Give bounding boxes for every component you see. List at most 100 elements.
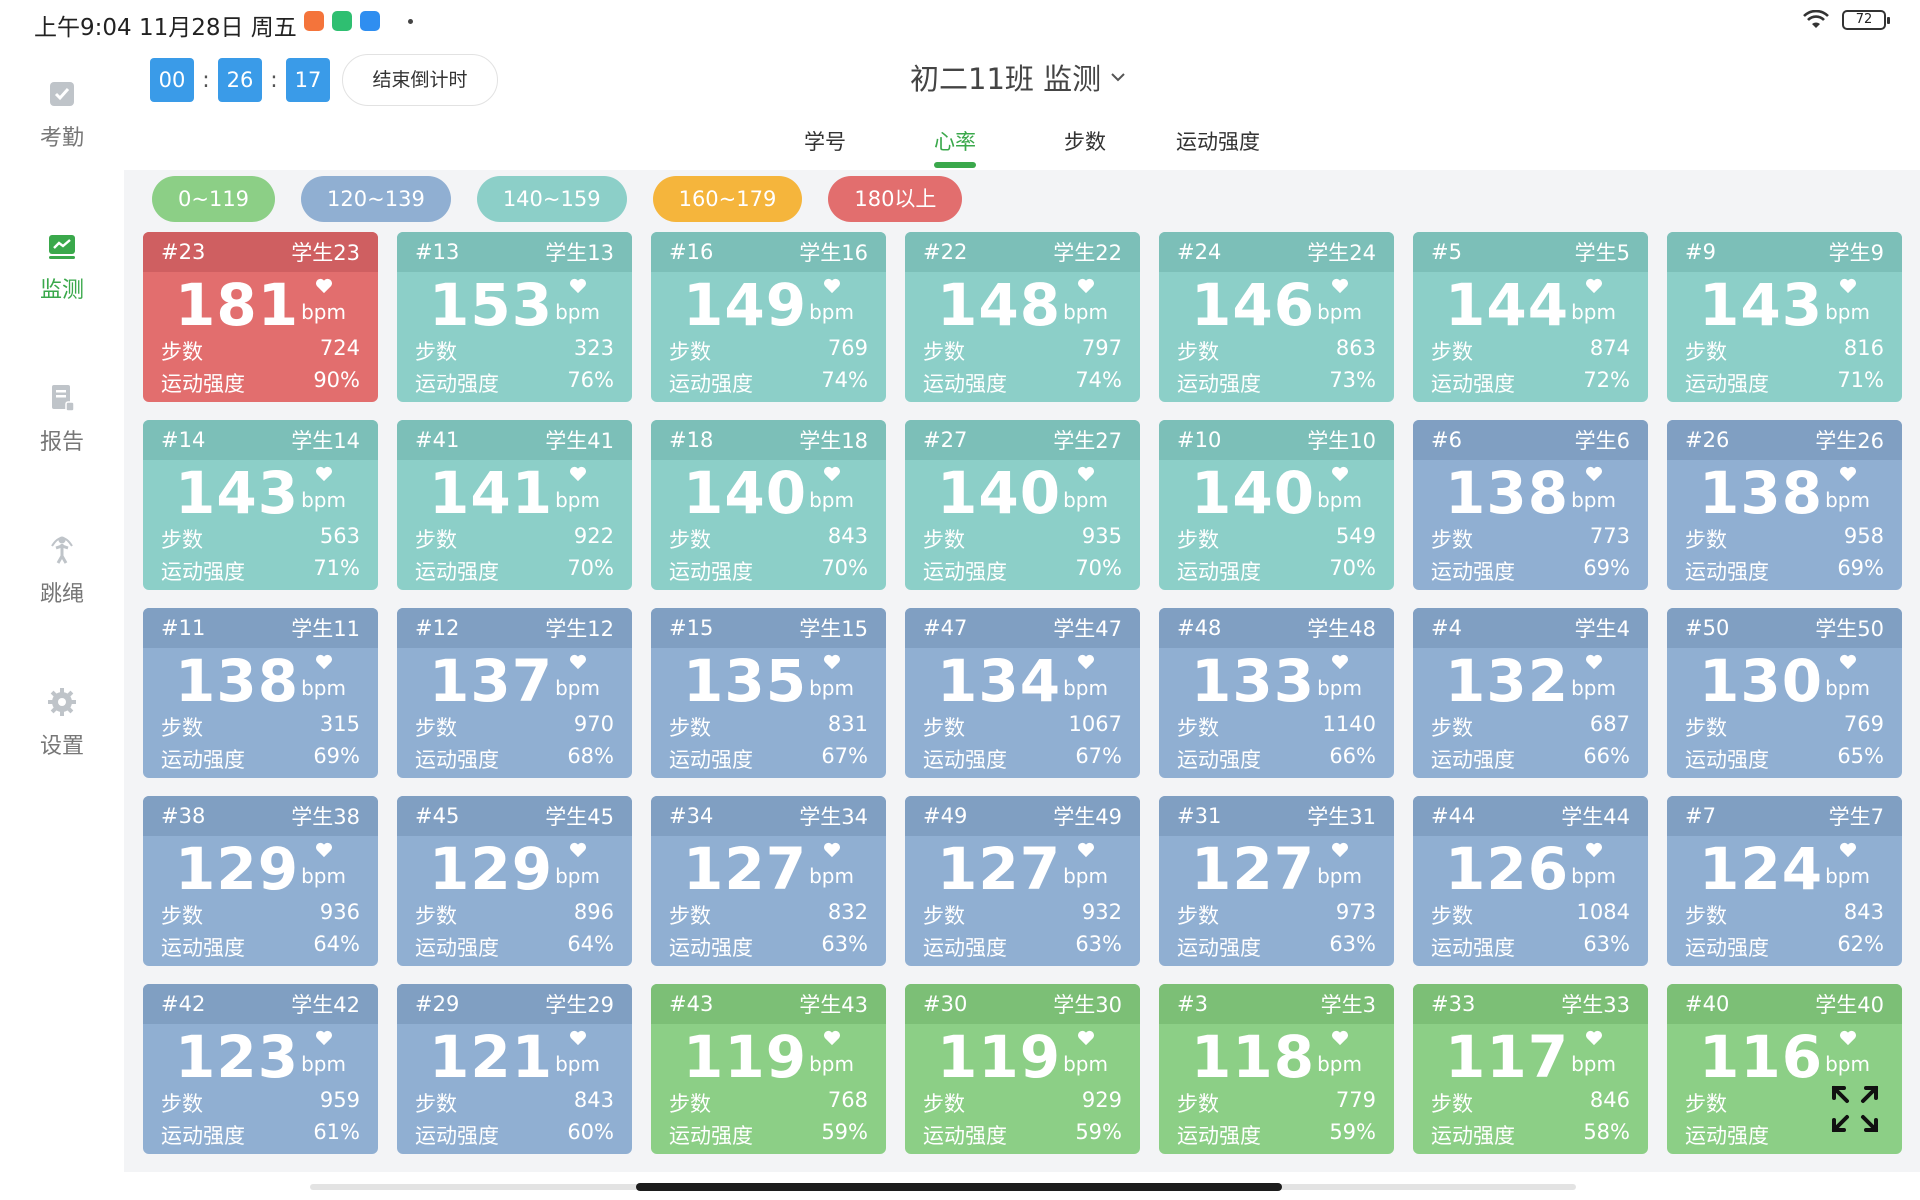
student-card[interactable]: #41 学生41 141 bpm 步数 922 运动强度 70% bbox=[397, 420, 632, 590]
student-card-header: #41 学生41 bbox=[397, 420, 632, 460]
heart-rate-display: 129 bpm bbox=[143, 836, 378, 902]
student-card[interactable]: #24 学生24 146 bpm 步数 863 运动强度 73% bbox=[1159, 232, 1394, 402]
student-card[interactable]: #13 学生13 153 bpm 步数 323 运动强度 76% bbox=[397, 232, 632, 402]
student-card[interactable]: #50 学生50 130 bpm 步数 769 运动强度 65% bbox=[1667, 608, 1902, 778]
student-card[interactable]: #6 学生6 138 bpm 步数 773 运动强度 69% bbox=[1413, 420, 1648, 590]
intensity-label: 运动强度 bbox=[1685, 748, 1769, 772]
heart-rate-display: 138 bpm bbox=[1413, 460, 1648, 526]
student-id: #14 bbox=[161, 428, 206, 452]
steps-value: 843 bbox=[827, 524, 868, 548]
student-card[interactable]: #15 学生15 135 bpm 步数 831 运动强度 67% bbox=[651, 608, 886, 778]
student-card[interactable]: #45 学生45 129 bpm 步数 896 运动强度 64% bbox=[397, 796, 632, 966]
intensity-value: 64% bbox=[567, 932, 614, 956]
heart-rate-unit: bpm bbox=[809, 654, 854, 700]
heart-rate-value: 127 bbox=[683, 835, 808, 903]
heart-rate-display: 127 bpm bbox=[651, 836, 886, 902]
class-selector[interactable]: 初二11班 监测 bbox=[910, 56, 1127, 98]
student-id: #43 bbox=[669, 992, 714, 1016]
heart-rate-display: 123 bpm bbox=[143, 1024, 378, 1090]
student-card[interactable]: #47 学生47 134 bpm 步数 1067 运动强度 67% bbox=[905, 608, 1140, 778]
steps-value: 724 bbox=[319, 336, 360, 360]
intensity-row: 运动强度 70% bbox=[923, 556, 1122, 586]
steps-label: 步数 bbox=[1431, 528, 1473, 552]
student-card[interactable]: #5 学生5 144 bpm 步数 874 运动强度 72% bbox=[1413, 232, 1648, 402]
student-card[interactable]: #12 学生12 137 bpm 步数 970 运动强度 68% bbox=[397, 608, 632, 778]
student-card[interactable]: #22 学生22 148 bpm 步数 797 运动强度 74% bbox=[905, 232, 1140, 402]
student-card[interactable]: #27 学生27 140 bpm 步数 935 运动强度 70% bbox=[905, 420, 1140, 590]
heart-icon bbox=[1840, 842, 1857, 858]
student-card[interactable]: #11 学生11 138 bpm 步数 315 运动强度 69% bbox=[143, 608, 378, 778]
student-card[interactable]: #38 学生38 129 bpm 步数 936 运动强度 64% bbox=[143, 796, 378, 966]
steps-value: 1067 bbox=[1068, 712, 1122, 736]
student-card[interactable]: #49 学生49 127 bpm 步数 932 运动强度 63% bbox=[905, 796, 1140, 966]
heart-rate-display: 141 bpm bbox=[397, 460, 632, 526]
sidebar-item-report[interactable]: 报告 bbox=[0, 382, 124, 456]
student-card[interactable]: #18 学生18 140 bpm 步数 843 运动强度 70% bbox=[651, 420, 886, 590]
heart-rate-unit: bpm bbox=[555, 654, 600, 700]
student-card[interactable]: #7 学生7 124 bpm 步数 843 运动强度 62% bbox=[1667, 796, 1902, 966]
intensity-row: 运动强度 70% bbox=[669, 556, 868, 586]
home-indicator[interactable] bbox=[636, 1183, 1282, 1191]
steps-row: 步数 874 bbox=[1431, 336, 1630, 366]
fullscreen-expand-icon[interactable] bbox=[1830, 1084, 1880, 1134]
jump-rope-icon bbox=[51, 536, 73, 564]
student-card[interactable]: #34 学生34 127 bpm 步数 832 运动强度 63% bbox=[651, 796, 886, 966]
student-card[interactable]: #16 学生16 149 bpm 步数 769 运动强度 74% bbox=[651, 232, 886, 402]
student-name: 学生10 bbox=[1307, 429, 1376, 453]
sidebar-item-monitor[interactable]: 监测 bbox=[0, 230, 124, 304]
student-id: #30 bbox=[923, 992, 968, 1016]
student-card[interactable]: #9 学生9 143 bpm 步数 816 运动强度 71% bbox=[1667, 232, 1902, 402]
tab-steps[interactable]: 步数 bbox=[1064, 126, 1106, 156]
intensity-row: 运动强度 58% bbox=[1431, 1120, 1630, 1150]
tab-student-id[interactable]: 学号 bbox=[804, 126, 846, 156]
student-card[interactable]: #29 学生29 121 bpm 步数 843 运动强度 60% bbox=[397, 984, 632, 1154]
gear-icon bbox=[48, 688, 76, 716]
student-name: 学生50 bbox=[1815, 617, 1884, 641]
student-card[interactable]: #33 学生33 117 bpm 步数 846 运动强度 58% bbox=[1413, 984, 1648, 1154]
student-card[interactable]: #26 学生26 138 bpm 步数 958 运动强度 69% bbox=[1667, 420, 1902, 590]
student-card[interactable]: #10 学生10 140 bpm 步数 549 运动强度 70% bbox=[1159, 420, 1394, 590]
heart-rate-unit: bpm bbox=[1317, 466, 1362, 512]
student-card[interactable]: #31 学生31 127 bpm 步数 973 运动强度 63% bbox=[1159, 796, 1394, 966]
heart-icon bbox=[1586, 654, 1603, 670]
student-card[interactable]: #14 学生14 143 bpm 步数 563 运动强度 71% bbox=[143, 420, 378, 590]
student-id: #45 bbox=[415, 804, 460, 828]
steps-value: 832 bbox=[827, 900, 868, 924]
intensity-value: 74% bbox=[821, 368, 868, 392]
bpm-label: bpm bbox=[1063, 300, 1108, 324]
steps-value: 874 bbox=[1589, 336, 1630, 360]
end-countdown-button[interactable]: 结束倒计时 bbox=[342, 54, 498, 106]
student-card[interactable]: #43 学生43 119 bpm 步数 768 运动强度 59% bbox=[651, 984, 886, 1154]
tab-intensity[interactable]: 运动强度 bbox=[1176, 126, 1260, 156]
intensity-row: 运动强度 63% bbox=[669, 932, 868, 962]
student-card[interactable]: #44 学生44 126 bpm 步数 1084 运动强度 63% bbox=[1413, 796, 1648, 966]
student-card[interactable]: #30 学生30 119 bpm 步数 929 运动强度 59% bbox=[905, 984, 1140, 1154]
heart-rate-value: 140 bbox=[937, 459, 1062, 527]
intensity-value: 67% bbox=[821, 744, 868, 768]
student-card[interactable]: #23 学生23 181 bpm 步数 724 运动强度 90% bbox=[143, 232, 378, 402]
student-id: #15 bbox=[669, 616, 714, 640]
student-id: #31 bbox=[1177, 804, 1222, 828]
intensity-value: 71% bbox=[313, 556, 360, 580]
student-card[interactable]: #42 学生42 123 bpm 步数 959 运动强度 61% bbox=[143, 984, 378, 1154]
intensity-value: 66% bbox=[1329, 744, 1376, 768]
student-card[interactable]: #3 学生3 118 bpm 步数 779 运动强度 59% bbox=[1159, 984, 1394, 1154]
student-id: #18 bbox=[669, 428, 714, 452]
heart-rate-display: 143 bpm bbox=[143, 460, 378, 526]
timer-seconds: 17 bbox=[286, 58, 330, 102]
intensity-label: 运动强度 bbox=[415, 560, 499, 584]
bpm-label: bpm bbox=[1571, 864, 1616, 888]
student-card-header: #3 学生3 bbox=[1159, 984, 1394, 1024]
sidebar-item-label: 设置 bbox=[39, 734, 84, 759]
intensity-label: 运动强度 bbox=[161, 1124, 245, 1148]
student-card[interactable]: #4 学生4 132 bpm 步数 687 运动强度 66% bbox=[1413, 608, 1648, 778]
sidebar-item-jump-rope[interactable]: 跳绳 bbox=[0, 534, 124, 608]
sidebar-item-settings[interactable]: 设置 bbox=[0, 686, 124, 760]
heart-icon bbox=[1332, 1030, 1349, 1046]
student-name: 学生5 bbox=[1574, 241, 1630, 265]
intensity-value: 62% bbox=[1837, 932, 1884, 956]
sidebar-item-attendance[interactable]: 考勤 bbox=[0, 78, 124, 152]
tab-heart-rate[interactable]: 心率 bbox=[934, 126, 976, 156]
student-card[interactable]: #48 学生48 133 bpm 步数 1140 运动强度 66% bbox=[1159, 608, 1394, 778]
intensity-row: 运动强度 66% bbox=[1177, 744, 1376, 774]
